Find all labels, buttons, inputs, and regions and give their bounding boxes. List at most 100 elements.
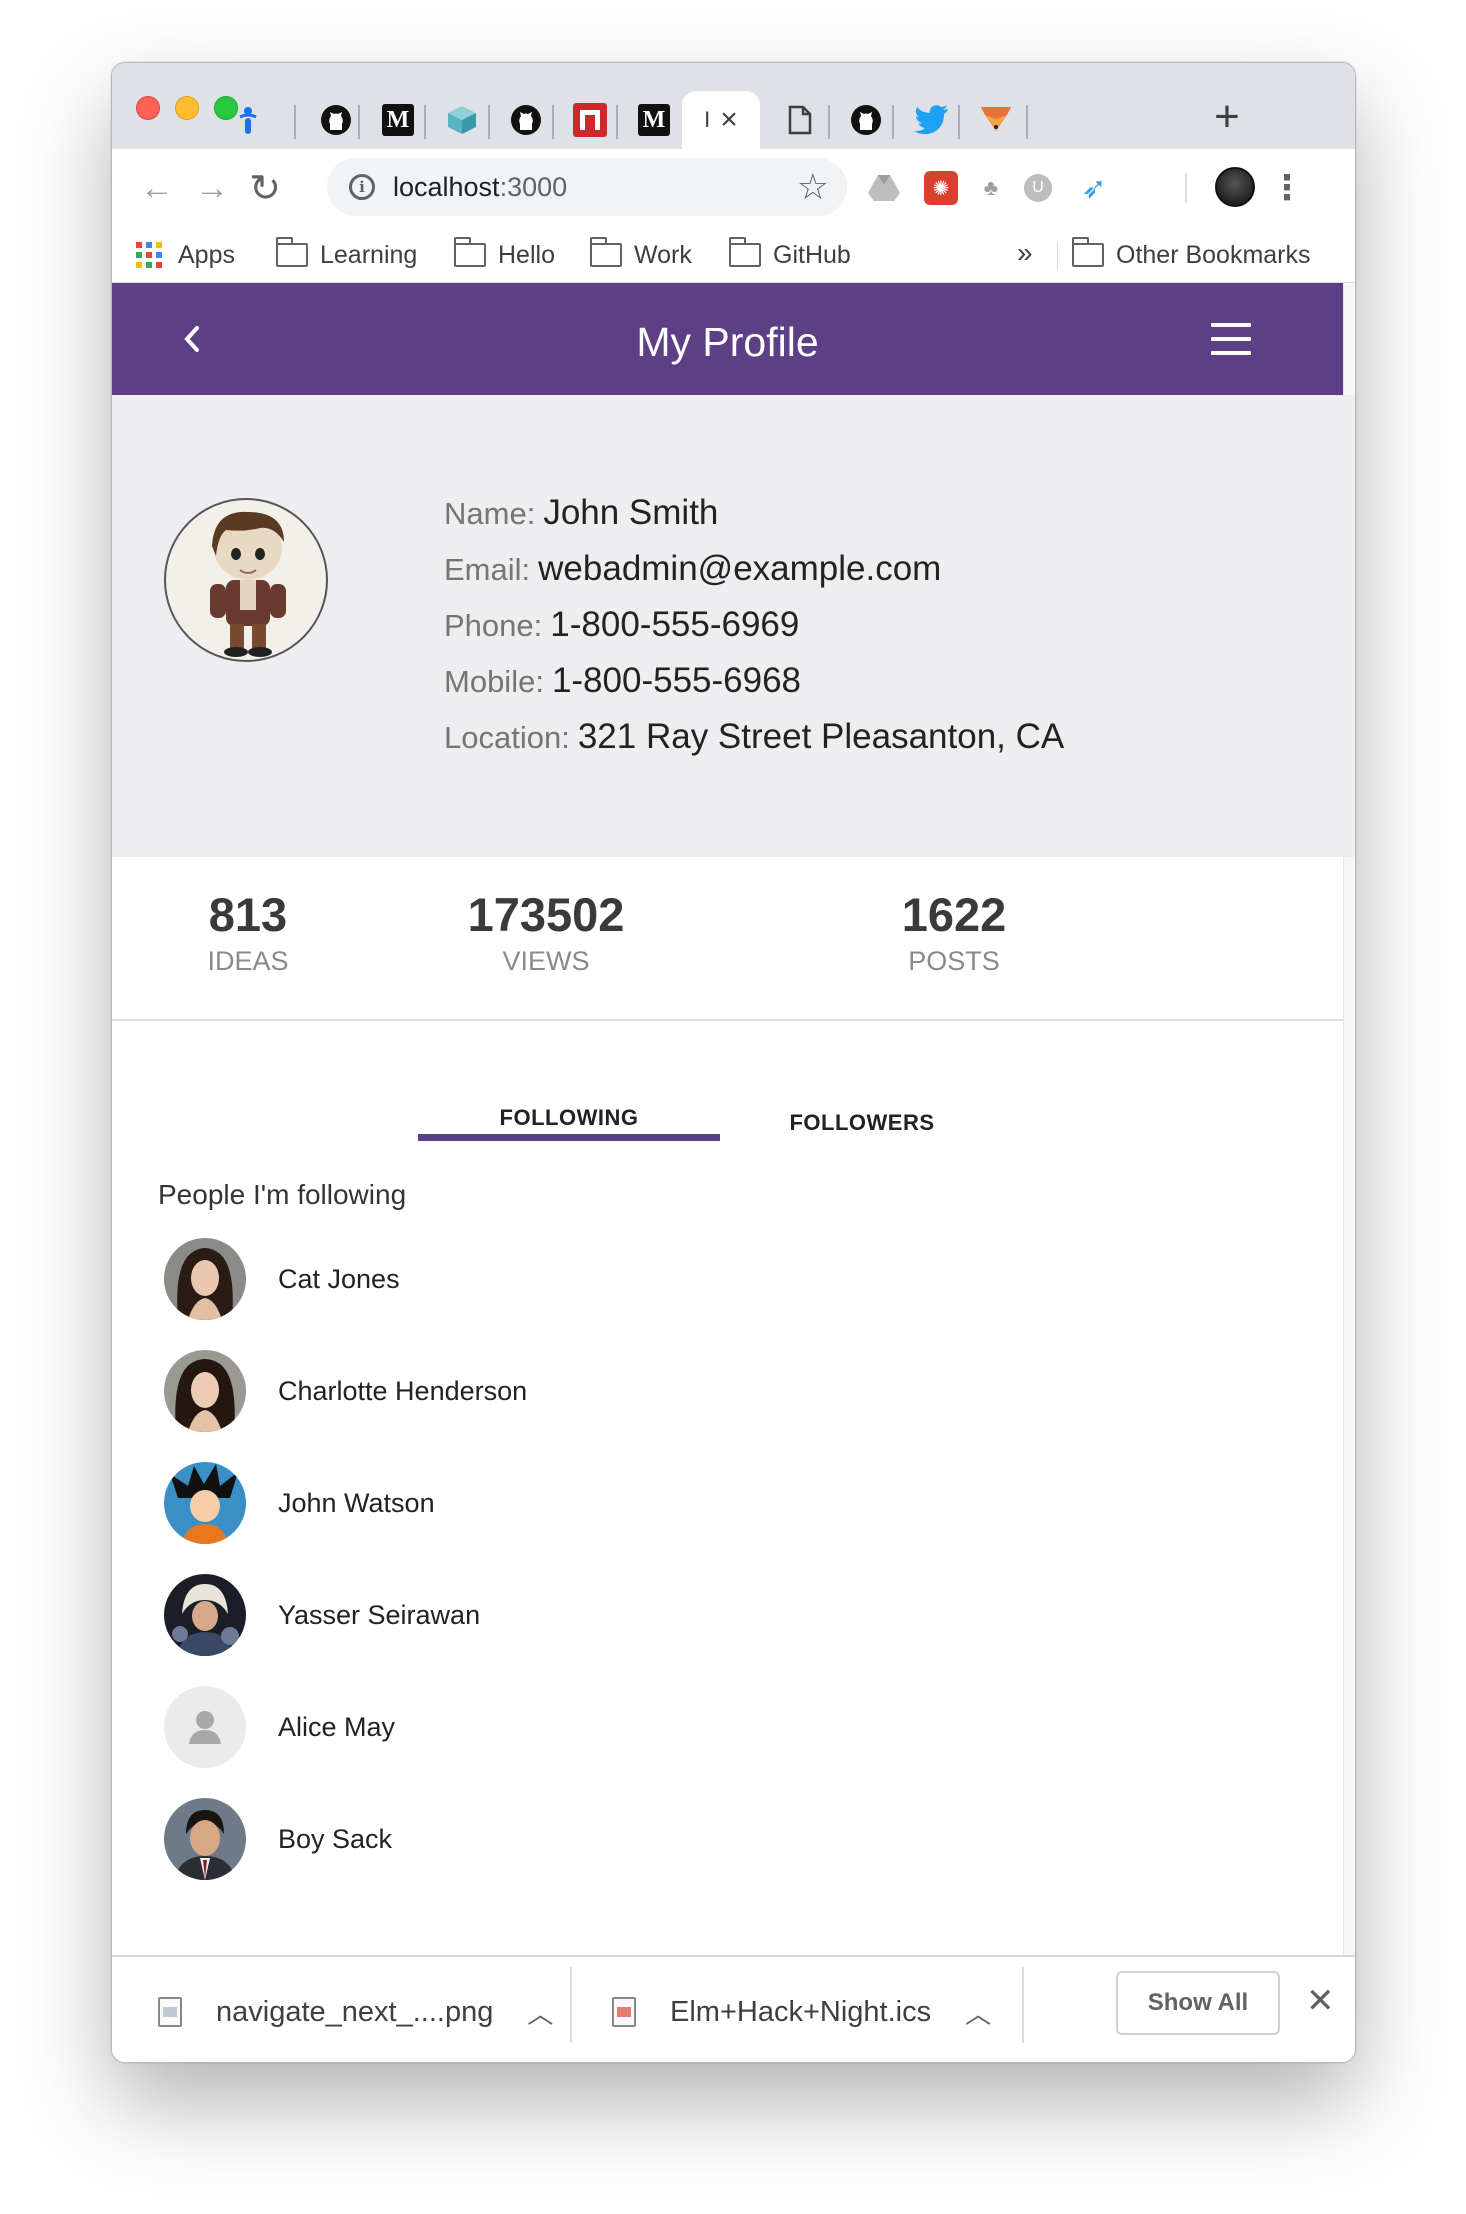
stat-views: 173502 VIEWS: [376, 887, 716, 979]
avatar: [164, 1350, 246, 1432]
person-name: Charlotte Henderson: [278, 1375, 528, 1406]
download-filename: navigate_next_....png: [216, 1995, 494, 2028]
bookmark-hello[interactable]: Hello: [453, 235, 555, 275]
github-icon: [511, 105, 541, 135]
avatar: [164, 1462, 246, 1544]
close-window-button[interactable]: [136, 96, 160, 120]
doll-character-icon: [210, 511, 286, 657]
bookmark-label: Other Bookmarks: [1116, 240, 1311, 269]
stat-value: 1622: [901, 888, 1007, 941]
location-label: Location:: [444, 720, 570, 755]
address-bar[interactable]: i localhost:3000 ☆: [327, 158, 847, 216]
forward-arrow-icon[interactable]: →: [187, 163, 237, 213]
sitemap-extension-icon[interactable]: ♣: [974, 171, 1008, 205]
browser-menu-icon[interactable]: ⋮: [1270, 165, 1304, 211]
page-title: My Profile: [636, 319, 819, 365]
hamburger-menu-icon[interactable]: [1211, 323, 1251, 355]
avatar: [164, 1238, 246, 1320]
list-item[interactable]: Charlotte Henderson: [164, 1350, 527, 1432]
bookmark-other[interactable]: Other Bookmarks: [1071, 235, 1311, 275]
profile-avatar: [164, 498, 328, 662]
shelf-separator: [1022, 1967, 1024, 2043]
app-header: My Profile: [112, 283, 1343, 395]
drive-extension-icon[interactable]: [867, 171, 901, 205]
download-item[interactable]: navigate_next_....png ︿: [158, 1977, 553, 2047]
close-icon[interactable]: ✕: [1306, 1981, 1335, 2021]
browser-window: M M I × + ← → ↻ i localhost:3000 ☆ ✺ ♣ …: [111, 62, 1356, 2063]
following-heading: People I'm following: [158, 1179, 407, 1210]
fox-icon: [981, 107, 1011, 131]
apps-grid-icon: [136, 242, 162, 268]
location-value: 321 Ray Street Pleasanton, CA: [577, 717, 1065, 756]
chevron-up-icon[interactable]: ︿: [527, 1994, 553, 2031]
url-port: :3000: [499, 171, 568, 202]
download-shelf: navigate_next_....png ︿ Elm+Hack+Night.i…: [112, 1955, 1355, 2062]
download-item[interactable]: Elm+Hack+Night.ics ︿: [612, 1977, 991, 2047]
folder-icon: [453, 237, 486, 267]
bookmarks-divider: [1057, 241, 1058, 271]
name-value: John Smith: [543, 493, 719, 532]
back-arrow-icon[interactable]: ←: [132, 163, 182, 213]
list-item[interactable]: Cat Jones: [164, 1238, 400, 1320]
bookmark-work[interactable]: Work: [589, 235, 692, 275]
folder-icon: [275, 237, 308, 267]
tab-medium-2[interactable]: M: [616, 91, 692, 149]
info-favicon-icon: [239, 107, 257, 134]
bookmarks-bar: Apps Learning Hello Work GitHub » Other …: [112, 227, 1355, 283]
tab-fox[interactable]: [958, 91, 1034, 149]
bookmark-apps[interactable]: Apps: [136, 235, 235, 275]
cube-icon: [448, 106, 476, 134]
folder-icon: [728, 237, 761, 267]
reload-icon[interactable]: ↻: [240, 163, 290, 213]
browser-toolbar: ← → ↻ i localhost:3000 ☆ ✺ ♣ U ➶ ⋮: [112, 149, 1355, 227]
tab-info[interactable]: [210, 91, 286, 149]
stat-value: 813: [208, 888, 288, 941]
profile-name-row: Name: John Smith: [444, 485, 1064, 541]
new-tab-button[interactable]: +: [1197, 87, 1257, 147]
tab-document[interactable]: [762, 91, 838, 149]
bookmark-label: Hello: [498, 240, 555, 269]
tab-strip: M M I × +: [112, 63, 1355, 149]
show-all-button[interactable]: Show All: [1116, 1971, 1280, 2035]
react-extension-icon[interactable]: ✺: [924, 171, 958, 205]
active-tab-indicator: [418, 1134, 720, 1141]
github-icon: [321, 105, 351, 135]
minimize-window-button[interactable]: [175, 96, 199, 120]
profile-avatar-icon[interactable]: [1215, 167, 1255, 207]
toolbar-divider: [1185, 173, 1187, 203]
bookmark-label: Apps: [178, 240, 235, 269]
bookmark-label: GitHub: [773, 240, 851, 269]
list-item[interactable]: John Watson: [164, 1462, 435, 1544]
profile-mobile-row: Mobile: 1-800-555-6968: [444, 653, 1064, 709]
chevron-up-icon[interactable]: ︿: [965, 1994, 991, 2031]
avatar: [164, 1798, 246, 1880]
bookmarks-overflow-button[interactable]: »: [1017, 237, 1033, 269]
document-icon: [788, 105, 812, 135]
stat-ideas: 813 IDEAS: [112, 887, 418, 979]
netlify-icon: [573, 103, 607, 137]
site-info-icon[interactable]: i: [349, 174, 375, 200]
active-tab-title: I: [704, 107, 711, 132]
bookmark-star-icon[interactable]: ☆: [797, 166, 829, 208]
send-extension-icon[interactable]: ➶: [1077, 171, 1111, 205]
person-name: Alice May: [278, 1711, 396, 1742]
person-name: Cat Jones: [278, 1263, 400, 1294]
list-item[interactable]: Boy Sack: [164, 1798, 392, 1880]
mobile-label: Mobile:: [444, 664, 544, 699]
ublock-extension-icon[interactable]: U: [1024, 174, 1052, 202]
name-label: Name:: [444, 496, 536, 531]
tab-followers[interactable]: FOLLOWERS: [752, 1101, 972, 1145]
bookmark-label: Learning: [320, 240, 418, 269]
tab-active[interactable]: I ×: [682, 91, 760, 149]
folder-icon: [589, 237, 622, 267]
twitter-icon: [914, 105, 948, 135]
list-item[interactable]: Alice May: [164, 1686, 395, 1768]
close-tab-icon[interactable]: ×: [720, 103, 738, 137]
folder-icon: [1071, 237, 1104, 267]
back-chevron-icon[interactable]: [172, 315, 212, 363]
stat-posts: 1622 POSTS: [784, 887, 1124, 979]
bookmark-learning[interactable]: Learning: [275, 235, 418, 275]
bookmark-github[interactable]: GitHub: [728, 235, 851, 275]
profile-location-row: Location: 321 Ray Street Pleasanton, CA: [444, 709, 1064, 765]
list-item[interactable]: Yasser Seirawan: [164, 1574, 480, 1656]
